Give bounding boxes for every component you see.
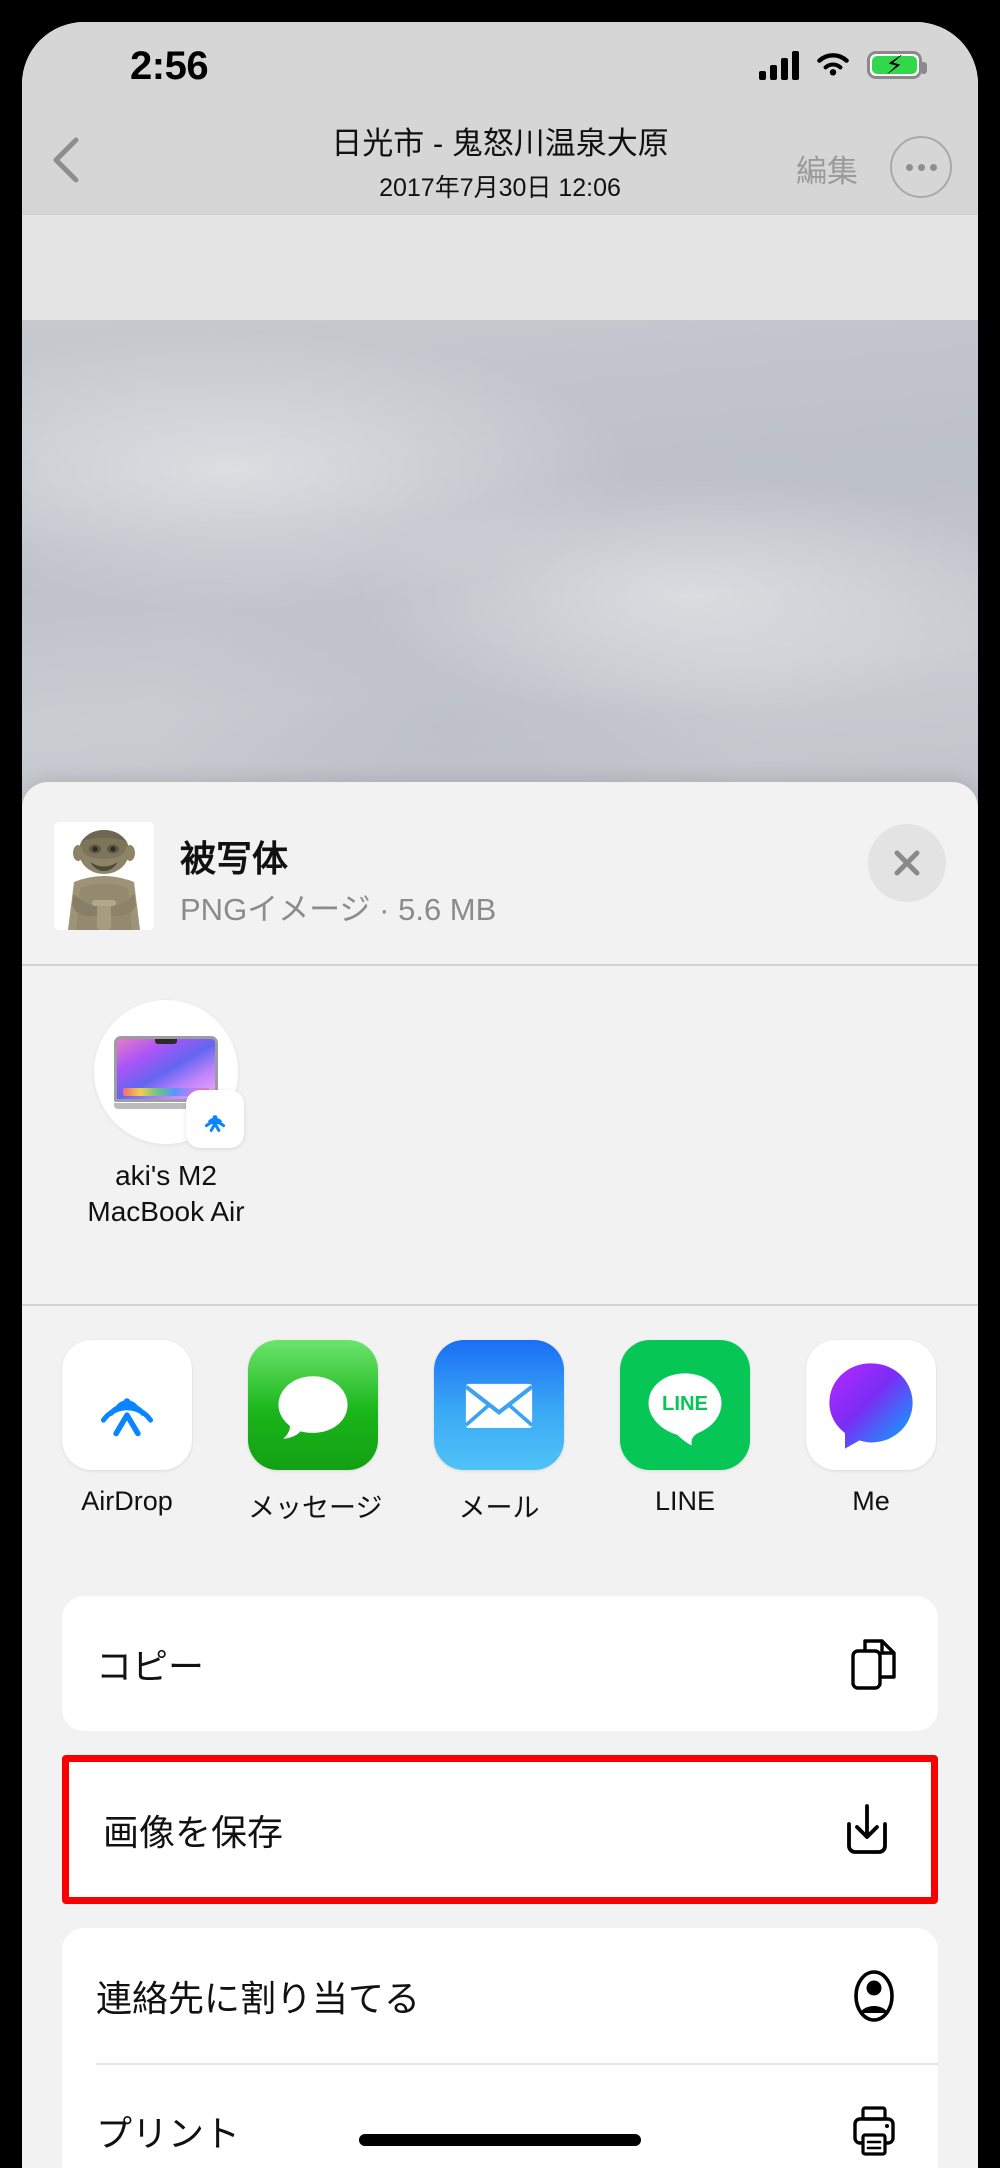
- edit-button[interactable]: 編集: [796, 146, 858, 191]
- share-app-label: LINE: [654, 1486, 716, 1516]
- battery-charging-icon: ⚡: [867, 51, 927, 79]
- airdrop-device-label-line1: aki's M2: [115, 1160, 217, 1191]
- share-actions-list: コピー 画像を保存 連絡先に割り当てる プリント: [22, 1596, 978, 2168]
- ellipsis-circle-icon[interactable]: [890, 136, 952, 198]
- share-app-messages[interactable]: メッセージ: [248, 1340, 383, 1525]
- wifi-icon: [817, 53, 849, 76]
- share-app-mail[interactable]: メール: [434, 1340, 564, 1525]
- save-image-icon: [847, 1803, 887, 1854]
- navigation-bar: 日光市 - 鬼怒川温泉大原 2017年7月30日 12:06 編集: [22, 104, 978, 214]
- action-label: 連絡先に割り当てる: [96, 1977, 421, 2019]
- share-apps-row[interactable]: AirDrop メッセージ メール LINE LINE Me: [62, 1340, 936, 1525]
- photo-letterbox: [22, 214, 978, 320]
- share-app-label: AirDrop: [81, 1486, 173, 1516]
- action-label: プリント: [96, 2112, 241, 2154]
- action-label: 画像を保存: [103, 1811, 284, 1853]
- print-icon: [853, 2105, 895, 2156]
- share-app-label: Me: [852, 1486, 890, 1516]
- action-card-save-image: 画像を保存: [62, 1755, 938, 1904]
- close-icon[interactable]: [868, 824, 946, 902]
- share-app-airdrop[interactable]: AirDrop: [62, 1340, 192, 1525]
- airdrop-icon: [62, 1340, 192, 1470]
- share-app-label: メール: [458, 1493, 540, 1523]
- line-icon: LINE: [620, 1340, 750, 1470]
- share-app-label: メッセージ: [248, 1493, 383, 1523]
- share-item-meta: PNGイメージ · 5.6 MB: [180, 892, 497, 927]
- action-row-save-image[interactable]: 画像を保存: [69, 1762, 931, 1897]
- share-apps-section: AirDrop メッセージ メール LINE LINE Me: [22, 1306, 978, 1596]
- share-sheet: 被写体 PNGイメージ · 5.6 MB aki's M2 MacBook Ai…: [22, 782, 978, 2168]
- messages-icon: [248, 1340, 378, 1470]
- share-sheet-header: 被写体 PNGイメージ · 5.6 MB: [22, 782, 978, 964]
- cellular-bars-icon: [759, 50, 799, 80]
- copy-icon: [851, 1638, 896, 1690]
- share-app-line[interactable]: LINE LINE: [620, 1340, 750, 1525]
- mail-icon: [434, 1340, 564, 1470]
- airdrop-device[interactable]: aki's M2 MacBook Air: [58, 1000, 274, 1230]
- messenger-icon: [806, 1340, 936, 1470]
- airdrop-device-label-line2: MacBook Air: [87, 1195, 245, 1227]
- action-card-contact-print: 連絡先に割り当てる プリント: [62, 1928, 938, 2168]
- line-wordmark: LINE: [662, 1393, 708, 1415]
- action-row-assign-contact[interactable]: 連絡先に割り当てる: [62, 1928, 938, 2063]
- status-bar: 2:56 ⚡: [22, 22, 978, 104]
- phone-frame: 2:56 ⚡ 日光市 - 鬼怒川温泉大原 2017年7月30日 12:06 編集: [0, 0, 1000, 2168]
- statue-photo-thumbnail: [54, 822, 154, 930]
- action-row-print[interactable]: プリント: [62, 2063, 938, 2168]
- contact-icon: [854, 1969, 894, 2022]
- airdrop-badge-icon: [186, 1090, 244, 1148]
- status-bar-icons: ⚡: [759, 50, 927, 80]
- status-bar-clock: 2:56: [130, 44, 209, 88]
- share-app-messenger[interactable]: Me: [806, 1340, 936, 1525]
- action-row-copy[interactable]: コピー: [62, 1596, 938, 1731]
- home-indicator[interactable]: [359, 2134, 641, 2146]
- macbook-air-icon: [94, 1000, 244, 1148]
- phone-screen: 2:56 ⚡ 日光市 - 鬼怒川温泉大原 2017年7月30日 12:06 編集: [22, 22, 978, 2168]
- airdrop-device-label: aki's M2 MacBook Air: [58, 1158, 274, 1230]
- action-label: コピー: [96, 1645, 205, 1687]
- action-card-copy: コピー: [62, 1596, 938, 1731]
- photo-viewer[interactable]: [22, 320, 978, 820]
- airdrop-section: aki's M2 MacBook Air: [22, 966, 978, 1304]
- share-item-title: 被写体: [180, 838, 289, 879]
